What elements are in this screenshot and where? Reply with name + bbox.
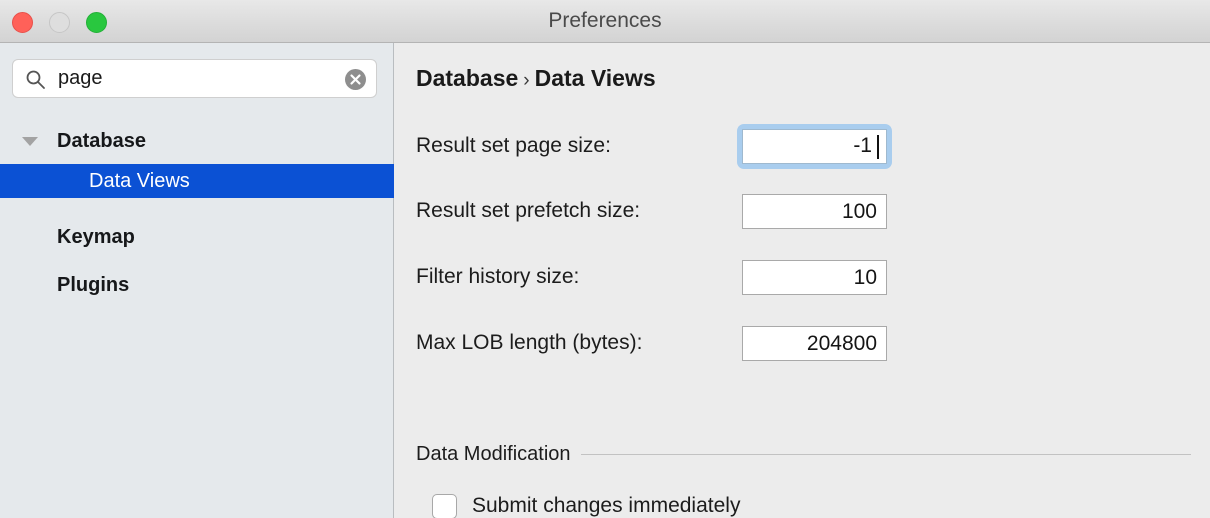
sidebar-item-keymap[interactable]: Keymap [0,220,394,254]
title-bar: Preferences [0,0,1210,43]
checkbox-box[interactable] [432,494,457,518]
search-input-value: page [58,60,103,97]
field-max-lob-length: Max LOB length (bytes): 204800 [395,321,1210,365]
chevron-down-icon[interactable] [22,137,38,146]
preferences-window: Preferences page Database [0,0,1210,518]
window-title: Preferences [0,0,1210,42]
sidebar-item-plugins[interactable]: Plugins [0,268,394,302]
filter-history-size-input[interactable]: 10 [742,260,887,295]
field-label: Filter history size: [416,255,579,299]
breadcrumb-parent[interactable]: Database [416,65,518,91]
sidebar: page Database Data Views Keymap Plugins [0,43,394,518]
max-lob-length-input[interactable]: 204800 [742,326,887,361]
input-value: -1 [853,129,872,162]
field-label: Result set prefetch size: [416,189,640,233]
text-caret [877,135,879,159]
sidebar-item-data-views[interactable]: Data Views [0,164,394,198]
input-value: 10 [854,261,877,294]
field-label: Result set page size: [416,124,611,168]
field-result-set-prefetch-size: Result set prefetch size: 100 [395,189,1210,233]
sidebar-item-label: Keymap [57,220,135,254]
result-set-page-size-input[interactable]: -1 [737,124,892,169]
field-result-set-page-size: Result set page size: -1 [395,124,1210,168]
breadcrumb: Database›Data Views [416,65,656,92]
input-value: 204800 [807,327,877,360]
checkbox-label: Submit changes immediately [472,491,740,518]
input-value: 100 [842,195,877,228]
field-filter-history-size: Filter history size: 10 [395,255,1210,299]
clear-icon[interactable] [345,69,366,90]
sidebar-item-label: Database [57,124,146,158]
sidebar-item-label: Data Views [89,164,190,198]
section-header-data-modification: Data Modification [416,442,1191,466]
sidebar-item-label: Plugins [57,268,129,302]
search-icon [25,69,46,90]
content-pane: Database›Data Views Result set page size… [395,43,1210,518]
result-set-prefetch-size-input[interactable]: 100 [742,194,887,229]
breadcrumb-separator-icon: › [518,70,534,91]
search-input[interactable]: page [12,59,377,98]
breadcrumb-current: Data Views [535,65,656,91]
field-label: Max LOB length (bytes): [416,321,642,365]
section-title: Data Modification [416,442,581,466]
sidebar-item-database[interactable]: Database [0,124,394,158]
